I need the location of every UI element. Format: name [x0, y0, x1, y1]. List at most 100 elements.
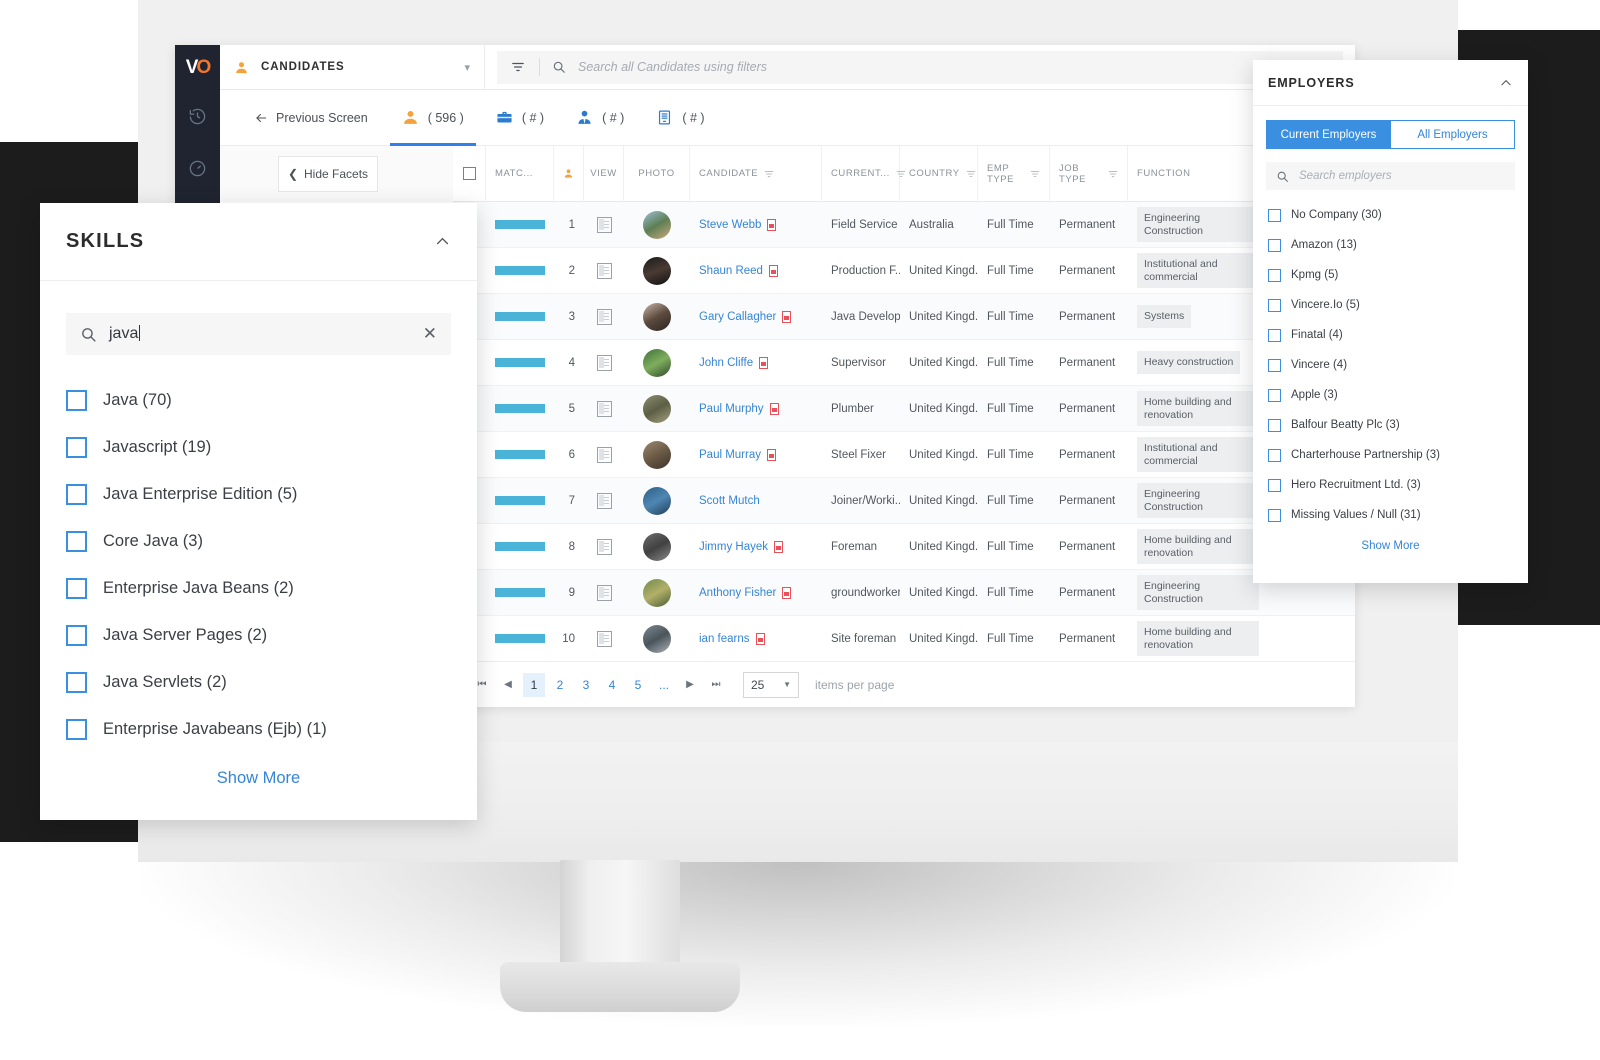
tab-contacts[interactable]: ( # ) [560, 90, 640, 146]
checkbox[interactable] [66, 437, 87, 458]
filter-icon[interactable] [764, 169, 774, 179]
column-current-position[interactable]: CURRENT... [822, 145, 906, 202]
checkbox[interactable] [66, 672, 87, 693]
skill-option[interactable]: Enterprise Java Beans (2) [40, 565, 477, 612]
employer-option[interactable]: Kpmg (5) [1253, 260, 1528, 290]
items-per-page-select[interactable]: 25 ▼ [743, 671, 799, 698]
table-row[interactable]: 7 Scott Mutch Joiner/Worki... United Kingd.… [453, 478, 1355, 524]
candidate-name-cell[interactable]: Scott Mutch [690, 478, 822, 524]
page-button[interactable]: 2 [549, 673, 571, 697]
checkbox[interactable] [1268, 268, 1281, 282]
pdf-cv-icon[interactable] [774, 540, 784, 553]
tab-candidates[interactable]: ( 596 ) [386, 90, 480, 146]
filter-icon[interactable] [497, 60, 539, 74]
page-button[interactable]: 3 [575, 673, 597, 697]
tab-jobs[interactable]: ( # ) [480, 90, 560, 146]
candidate-name-cell[interactable]: Anthony Fisher [690, 570, 822, 616]
skill-option[interactable]: Java Servlets (2) [40, 659, 477, 706]
employers-search-input[interactable]: Search employers [1299, 170, 1392, 182]
column-match[interactable]: MATC... [486, 145, 554, 202]
table-row[interactable]: 9 Anthony Fisher groundworker United Kingd.… [453, 570, 1355, 616]
candidate-link[interactable]: Jimmy Hayek [699, 541, 768, 553]
view-record-button[interactable] [584, 340, 624, 386]
employer-option[interactable]: Amazon (13) [1253, 230, 1528, 260]
employer-option[interactable]: Balfour Beatty Plc (3) [1253, 410, 1528, 440]
employers-search-field[interactable]: Search employers [1266, 162, 1515, 190]
select-all-checkbox[interactable] [462, 167, 476, 180]
skill-option[interactable]: Java Server Pages (2) [40, 612, 477, 659]
view-record-button[interactable] [584, 248, 624, 294]
candidate-link[interactable]: Paul Murray [699, 449, 761, 461]
page-button[interactable]: 4 [601, 673, 623, 697]
candidate-link[interactable]: Steve Webb [699, 219, 761, 231]
employers-show-more-link[interactable]: Show More [1253, 540, 1528, 552]
column-sort[interactable] [554, 145, 584, 202]
column-country[interactable]: COUNTRY [900, 145, 978, 202]
skills-search-input[interactable]: java [109, 325, 411, 343]
prev-page-icon[interactable]: ◀ [497, 673, 519, 697]
page-button[interactable]: 1 [523, 672, 545, 697]
column-select-all[interactable] [453, 145, 486, 202]
employer-option[interactable]: Apple (3) [1253, 380, 1528, 410]
view-record-button[interactable] [584, 570, 624, 616]
filter-icon[interactable] [1030, 169, 1040, 179]
employer-option[interactable]: No Company (30) [1253, 200, 1528, 230]
app-logo[interactable]: VO [175, 45, 220, 90]
module-selector[interactable]: CANDIDATES ▾ [220, 45, 485, 90]
candidate-name-cell[interactable]: John Cliffe [690, 340, 822, 386]
candidate-name-cell[interactable]: ian fearns [690, 616, 822, 662]
previous-screen-button[interactable]: Previous Screen [236, 90, 386, 146]
candidate-link[interactable]: Anthony Fisher [699, 587, 776, 599]
checkbox[interactable] [1268, 478, 1281, 492]
skill-option[interactable]: Javascript (19) [40, 424, 477, 471]
checkbox[interactable] [1268, 388, 1281, 402]
tab-current-employers[interactable]: Current Employers [1266, 120, 1391, 149]
candidate-name-cell[interactable]: Jimmy Hayek [690, 524, 822, 570]
last-page-icon[interactable]: ⏭ [705, 673, 727, 697]
candidate-link[interactable]: ian fearns [699, 633, 750, 645]
view-record-button[interactable] [584, 294, 624, 340]
history-icon[interactable] [175, 90, 220, 142]
view-record-button[interactable] [584, 386, 624, 432]
chevron-down-icon[interactable]: ▾ [464, 61, 470, 74]
chevron-up-icon[interactable] [1499, 76, 1513, 90]
tab-companies[interactable]: ( # ) [640, 90, 720, 146]
filter-icon[interactable] [966, 169, 976, 179]
checkbox[interactable] [1268, 358, 1281, 372]
pdf-cv-icon[interactable] [768, 264, 778, 277]
pdf-cv-icon[interactable] [769, 402, 779, 415]
checkbox[interactable] [66, 531, 87, 552]
employer-option[interactable]: Vincere (4) [1253, 350, 1528, 380]
pdf-cv-icon[interactable] [759, 356, 769, 369]
column-candidate[interactable]: CANDIDATE [690, 145, 822, 202]
employer-option[interactable]: Vincere.Io (5) [1253, 290, 1528, 320]
checkbox[interactable] [1268, 418, 1281, 432]
candidate-name-cell[interactable]: Paul Murphy [690, 386, 822, 432]
global-search-input[interactable]: Search all Candidates using filters [578, 60, 1343, 74]
candidate-name-cell[interactable]: Paul Murray [690, 432, 822, 478]
next-page-icon[interactable]: ▶ [679, 673, 701, 697]
candidate-link[interactable]: Scott Mutch [699, 495, 760, 507]
view-record-button[interactable] [584, 524, 624, 570]
employer-option[interactable]: Charterhouse Partnership (3) [1253, 440, 1528, 470]
chevron-up-icon[interactable] [434, 233, 451, 250]
checkbox[interactable] [1268, 508, 1281, 522]
employer-option[interactable]: Finatal (4) [1253, 320, 1528, 350]
checkbox[interactable] [66, 719, 87, 740]
tab-all-employers[interactable]: All Employers [1391, 120, 1515, 149]
view-record-button[interactable] [584, 478, 624, 524]
table-row[interactable]: 4 John Cliffe Supervisor United Kingd... Ful… [453, 340, 1355, 386]
candidate-link[interactable]: Shaun Reed [699, 265, 763, 277]
column-emp-type[interactable]: EMP TYPE [978, 145, 1050, 202]
candidate-link[interactable]: John Cliffe [699, 357, 753, 369]
skill-option[interactable]: Java Enterprise Edition (5) [40, 471, 477, 518]
pdf-cv-icon[interactable] [767, 218, 777, 231]
table-row[interactable]: 8 Jimmy Hayek Foreman United Kingd... Full T… [453, 524, 1355, 570]
filter-icon[interactable] [1108, 169, 1118, 179]
candidate-name-cell[interactable]: Gary Callagher [690, 294, 822, 340]
table-row[interactable]: 3 Gary Callagher Java Developer United King… [453, 294, 1355, 340]
table-row[interactable]: 6 Paul Murray Steel Fixer United Kingd... Fu… [453, 432, 1355, 478]
employer-option[interactable]: Missing Values / Null (31) [1253, 500, 1528, 530]
checkbox[interactable] [1268, 328, 1281, 342]
pdf-cv-icon[interactable] [755, 632, 765, 645]
